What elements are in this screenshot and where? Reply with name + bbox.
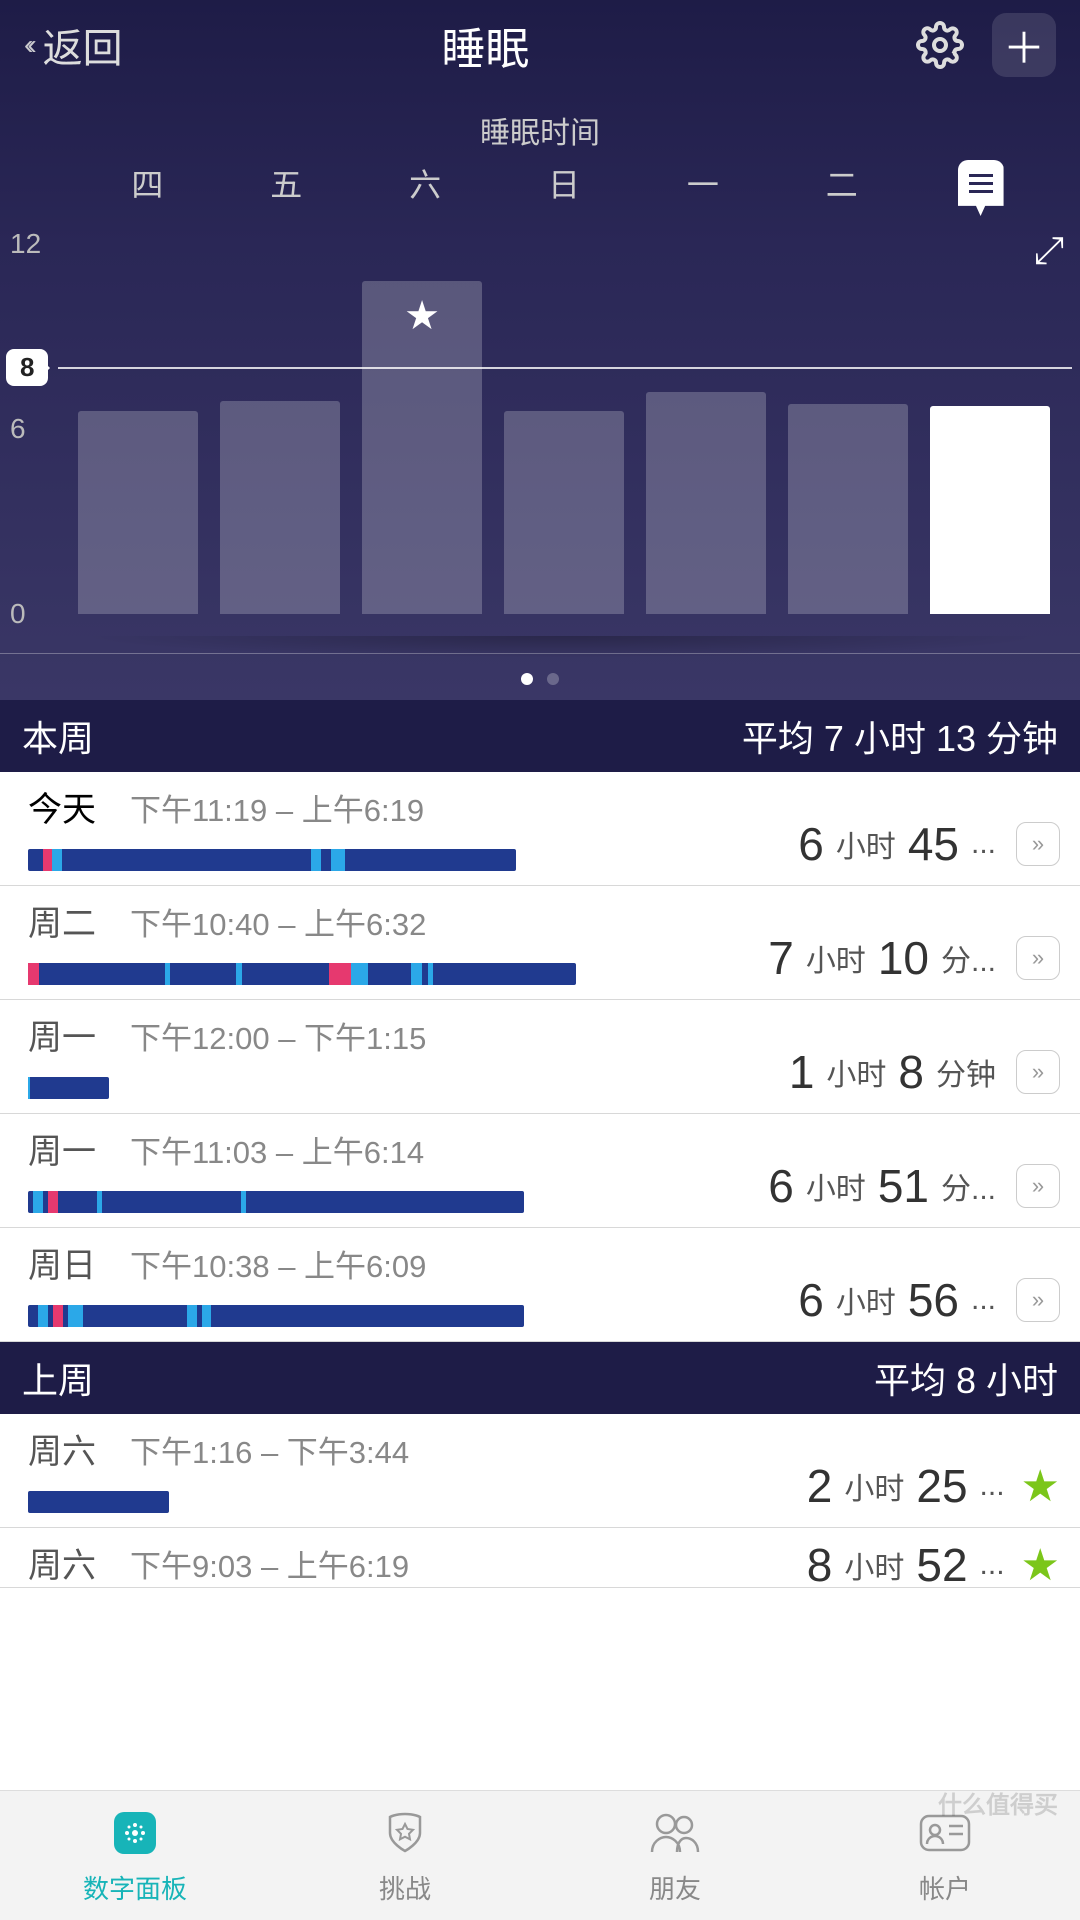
- entry-time-range: 下午10:40 – 上午6:32: [130, 899, 426, 944]
- dashboard-icon: [107, 1805, 163, 1861]
- chart-bar[interactable]: [930, 406, 1050, 614]
- section-label: 上周: [22, 1352, 94, 1404]
- entry-day-label: 周二: [28, 896, 96, 945]
- chart-bar[interactable]: [220, 401, 340, 614]
- chart-ytick: 12: [10, 228, 41, 260]
- chart-bar[interactable]: [646, 392, 766, 614]
- entry-time-range: 下午9:03 – 上午6:19: [130, 1541, 409, 1586]
- sleep-entry[interactable]: 今天下午11:19 – 上午6:19 6小时 45...»: [0, 772, 1080, 886]
- tab-label: 数字面板: [83, 1869, 187, 1906]
- shield-star-icon: [377, 1805, 433, 1861]
- tab-friends[interactable]: 朋友: [540, 1791, 810, 1920]
- sleep-entry[interactable]: 周二下午10:40 – 上午6:32 7小时 10分...»: [0, 886, 1080, 1000]
- expand-entry-button[interactable]: »: [1016, 1050, 1060, 1094]
- chart-pager[interactable]: [0, 654, 1080, 700]
- entry-duration: 2小时 25...★: [807, 1459, 1060, 1513]
- entry-duration: 7小时 10分...»: [768, 931, 1060, 985]
- entry-day-label: 周一: [28, 1010, 96, 1059]
- tab-label: 朋友: [649, 1869, 701, 1906]
- entry-day-label: 周日: [28, 1238, 96, 1287]
- sleep-timeline-bar: [28, 1305, 524, 1327]
- settings-button[interactable]: [908, 13, 972, 77]
- sleep-entry-list: 本周 平均 7 小时 13 分钟今天下午11:19 – 上午6:19 6小时 45.…: [0, 700, 1080, 1588]
- expand-entry-button[interactable]: »: [1016, 936, 1060, 980]
- chart-bar[interactable]: ★: [362, 281, 482, 614]
- goal-met-star-icon: ★: [1021, 1461, 1060, 1512]
- sleep-timeline-bar: [28, 1191, 524, 1213]
- pager-dot-active: [521, 673, 533, 685]
- sleep-entry[interactable]: 周一下午12:00 – 下午1:15 1小时 8分钟»: [0, 1000, 1080, 1114]
- navbar: ‹‹ 返回 睡眠 ＋: [0, 0, 1080, 90]
- sleep-timeline-bar: [28, 1491, 169, 1513]
- sleep-entry[interactable]: 周日下午10:38 – 上午6:09 6小时 56...»: [0, 1228, 1080, 1342]
- chart-bar[interactable]: [504, 411, 624, 615]
- tab-challenges[interactable]: 挑战: [270, 1791, 540, 1920]
- entry-time-range: 下午11:19 – 上午6:19: [130, 785, 424, 830]
- section-summary: 平均 7 小时 13 分钟: [742, 710, 1058, 762]
- sleep-chart[interactable]: 睡眠时间 四 五 六 日 一 二 ⤢ 06128★: [0, 90, 1080, 700]
- entry-day-label: 周六: [28, 1538, 96, 1587]
- expand-entry-button[interactable]: »: [1016, 1278, 1060, 1322]
- section-header: 上周 平均 8 小时: [0, 1342, 1080, 1414]
- chart-canvas: 06128★: [0, 244, 1080, 654]
- goal-met-star-icon: ★: [1021, 1540, 1060, 1589]
- list-view-icon[interactable]: [958, 160, 1004, 216]
- tab-label: 挑战: [379, 1869, 431, 1906]
- section-label: 本周: [22, 710, 94, 762]
- expand-entry-button[interactable]: »: [1016, 822, 1060, 866]
- entry-day-label: 周六: [28, 1424, 96, 1473]
- entry-time-range: 下午10:38 – 上午6:09: [130, 1241, 426, 1286]
- chart-ytick: 6: [10, 413, 26, 445]
- entry-time-range: 下午12:00 – 下午1:15: [130, 1013, 426, 1058]
- pager-dot: [547, 673, 559, 685]
- chevrons-left-icon: ‹‹: [24, 29, 31, 61]
- chart-bar[interactable]: [788, 404, 908, 614]
- sleep-entry[interactable]: 周一下午11:03 – 上午6:14 6小时 51分...»: [0, 1114, 1080, 1228]
- add-button[interactable]: ＋: [992, 13, 1056, 77]
- section-summary: 平均 8 小时: [874, 1352, 1058, 1404]
- sleep-entry[interactable]: 周六下午9:03 – 上午6:19 8小时 52...★: [0, 1528, 1080, 1588]
- expand-entry-button[interactable]: »: [1016, 1164, 1060, 1208]
- plus-icon: ＋: [1003, 15, 1045, 76]
- chart-x-labels: 四 五 六 日 一 二: [0, 160, 1080, 224]
- section-header: 本周 平均 7 小时 13 分钟: [0, 700, 1080, 772]
- page-title: 睡眠: [63, 13, 908, 77]
- tab-bar: 数字面板 挑战 朋友 帐户: [0, 1790, 1080, 1920]
- star-icon: ★: [362, 293, 482, 339]
- sleep-timeline-bar: [28, 849, 516, 871]
- friends-icon: [647, 1805, 703, 1861]
- chart-ytick: 0: [10, 598, 26, 630]
- sleep-timeline-bar: [28, 963, 576, 985]
- chart-bar[interactable]: [78, 411, 198, 615]
- entry-duration: 6小时 45...»: [798, 817, 1060, 871]
- entry-day-label: 今天: [28, 782, 96, 831]
- entry-duration: 1小时 8分钟»: [789, 1045, 1060, 1099]
- sleep-entry[interactable]: 周六下午1:16 – 下午3:44 2小时 25...★: [0, 1414, 1080, 1528]
- gear-icon: [916, 21, 964, 69]
- chart-title: 睡眠时间: [0, 90, 1080, 160]
- entry-duration: 6小时 56...»: [798, 1273, 1060, 1327]
- entry-time-range: 下午11:03 – 上午6:14: [130, 1127, 424, 1172]
- goal-badge: 8: [6, 349, 48, 386]
- entry-duration: 6小时 51分...»: [768, 1159, 1060, 1213]
- entry-duration: 8小时 52...★: [807, 1538, 1060, 1588]
- tab-dashboard[interactable]: 数字面板: [0, 1791, 270, 1920]
- tab-label: 帐户: [919, 1869, 971, 1906]
- watermark: 什么值得买: [938, 1785, 1058, 1820]
- entry-time-range: 下午1:16 – 下午3:44: [130, 1427, 409, 1472]
- entry-day-label: 周一: [28, 1124, 96, 1173]
- sleep-timeline-bar: [28, 1077, 109, 1099]
